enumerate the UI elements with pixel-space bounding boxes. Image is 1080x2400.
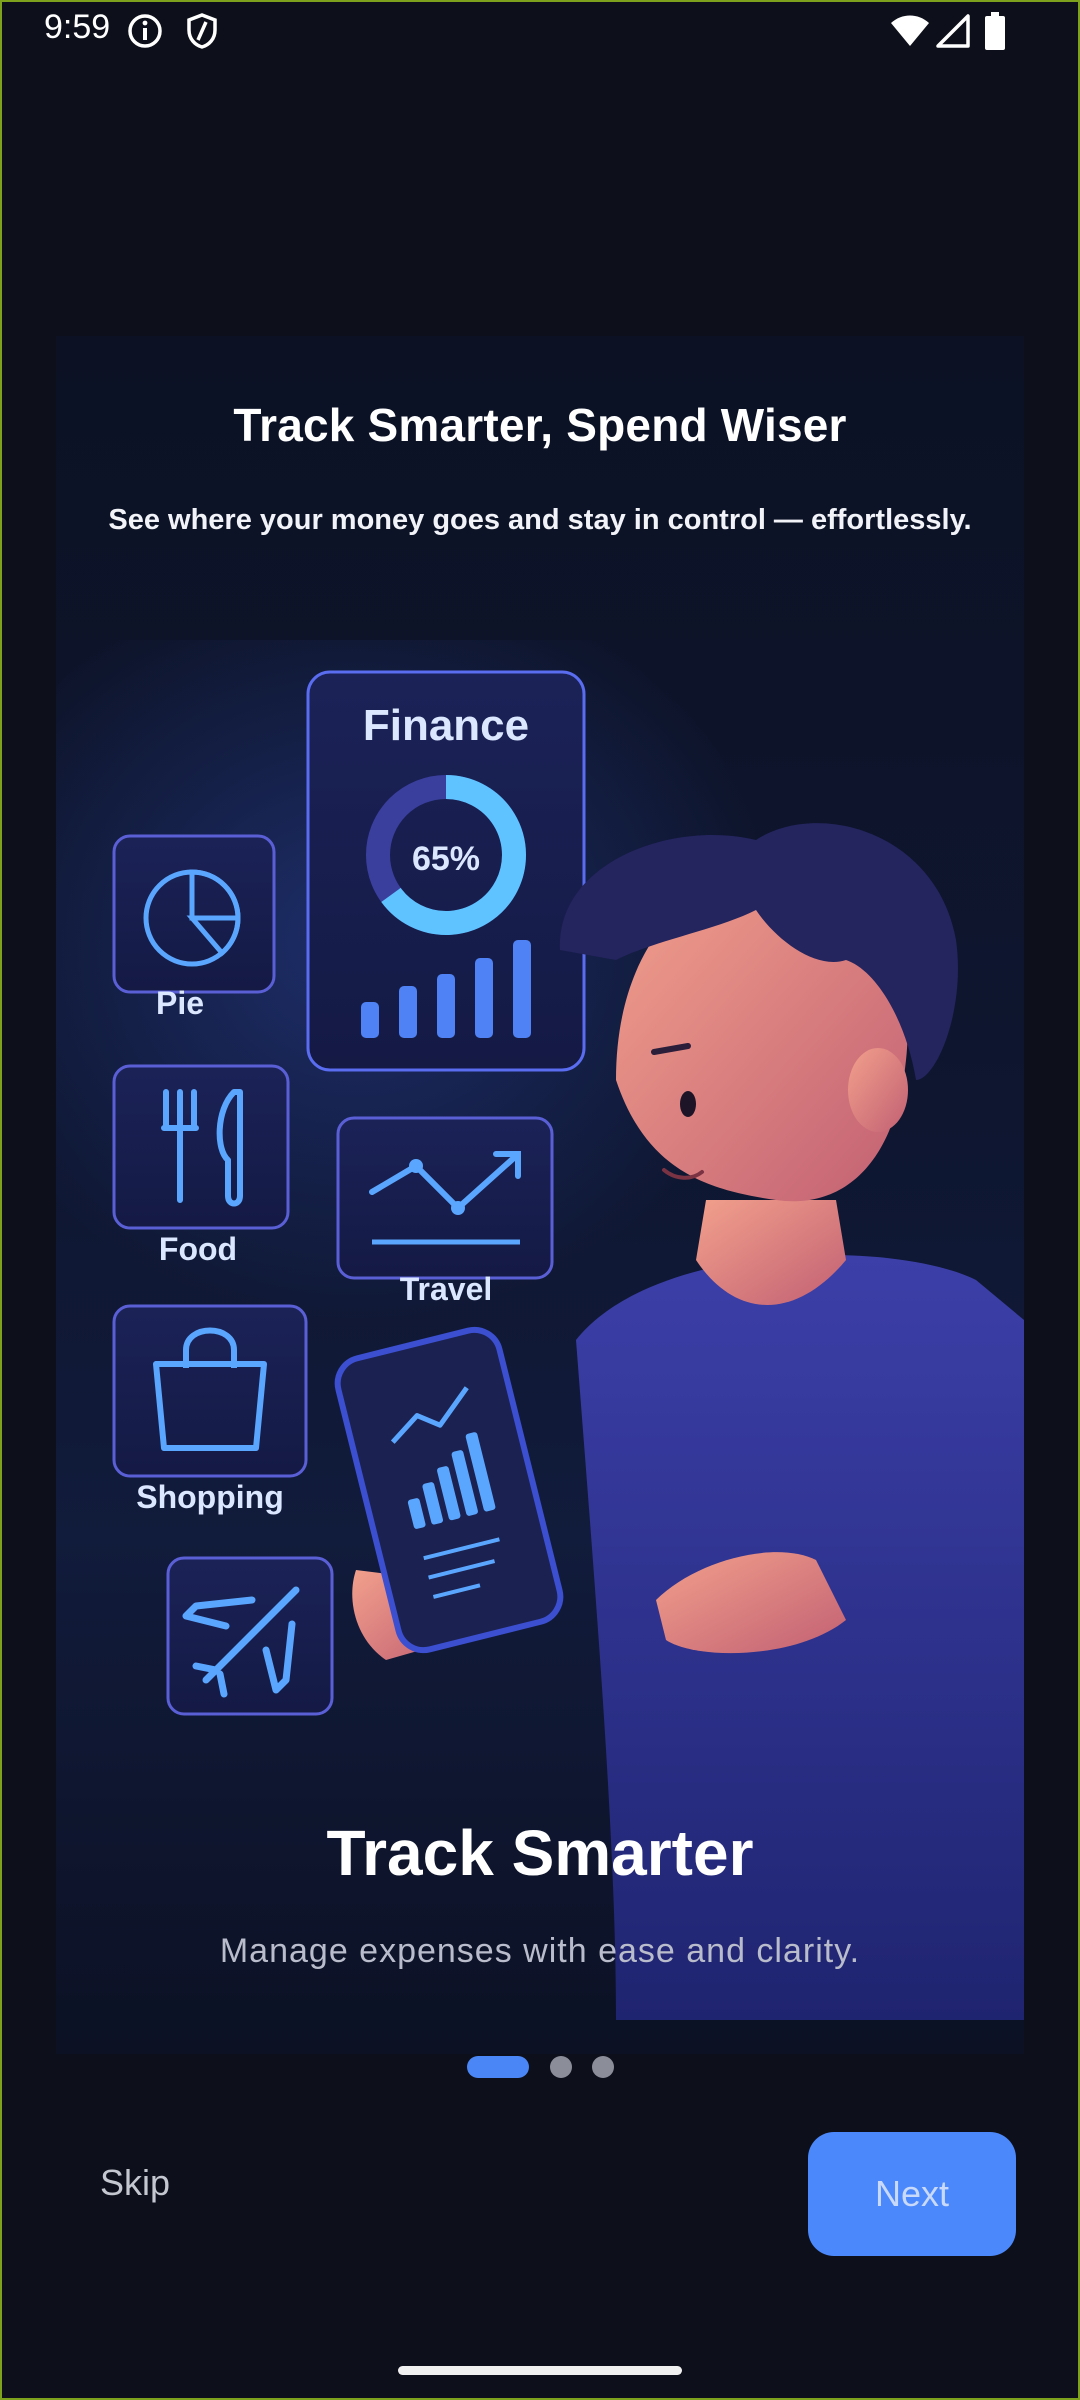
pie-tile: Pie bbox=[112, 834, 276, 1021]
percent-label: 65% bbox=[412, 840, 480, 878]
slide-description: Manage expenses with ease and clarity. bbox=[219, 1932, 861, 1970]
shopping-tile: Shopping bbox=[112, 1304, 308, 1515]
home-indicator[interactable] bbox=[398, 2366, 682, 2375]
onboarding-subline: See where your money goes and stay in co… bbox=[108, 504, 972, 536]
pie-label: Pie bbox=[156, 985, 204, 1021]
shield-icon bbox=[184, 12, 220, 55]
battery-icon bbox=[984, 12, 1006, 55]
shopping-label: Shopping bbox=[136, 1479, 284, 1515]
onboarding-headline: Track Smarter, Spend Wiser bbox=[233, 399, 847, 451]
page-indicator bbox=[0, 2056, 1080, 2080]
finance-label: Finance bbox=[363, 701, 529, 750]
plane-tile bbox=[166, 1556, 334, 1716]
wifi-icon bbox=[890, 14, 930, 53]
page-dot[interactable] bbox=[592, 2056, 614, 2078]
travel-label: Travel bbox=[400, 1271, 493, 1307]
status-bar: 9:59 bbox=[0, 0, 1080, 64]
page-dot[interactable] bbox=[550, 2056, 572, 2078]
info-icon bbox=[126, 12, 164, 55]
page-dot-active[interactable] bbox=[467, 2056, 529, 2078]
signal-icon bbox=[936, 14, 970, 53]
slide-title: Track Smarter bbox=[326, 1817, 754, 1889]
travel-tile: Travel bbox=[336, 1116, 554, 1307]
status-time: 9:59 bbox=[44, 8, 111, 46]
food-label: Food bbox=[159, 1231, 237, 1267]
next-button[interactable]: Next bbox=[808, 2132, 1016, 2256]
onboarding-illustration: Finance 65% Pie Food Travel Shopping bbox=[56, 640, 1024, 2020]
finance-panel: Finance 65% bbox=[306, 670, 586, 1072]
skip-button[interactable]: Skip bbox=[100, 2162, 170, 2204]
